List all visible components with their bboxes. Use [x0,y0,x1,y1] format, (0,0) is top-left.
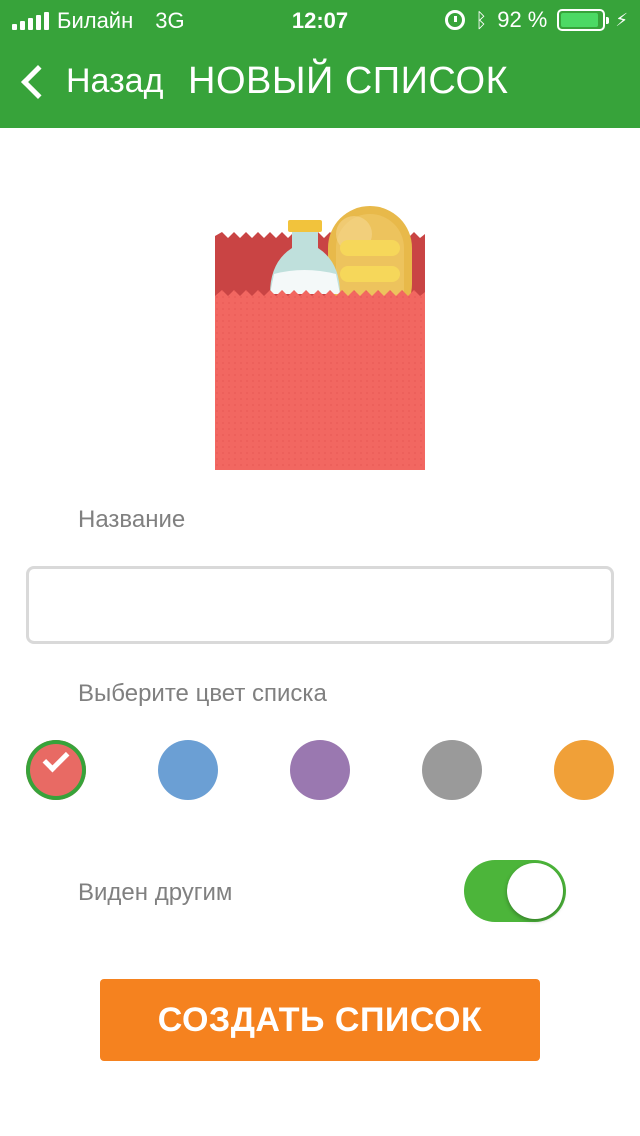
page-title: НОВЫЙ СПИСОК [188,60,509,102]
color-label: Выберите цвет списка [78,680,327,707]
chevron-left-icon [21,64,55,99]
alarm-icon [445,10,466,30]
back-label: Назад [66,62,164,100]
battery-percent: 92 % [497,7,548,32]
name-input[interactable] [26,566,614,644]
battery-icon [557,9,610,31]
color-swatch-orange[interactable] [554,740,614,800]
header: Билайн 3G 12:07 ᛒ 92 % ⚡ Назад НОВЫЙ СПИ… [0,0,640,128]
nav-bar: Назад НОВЫЙ СПИСОК [0,40,640,128]
toggle-knob [507,863,563,919]
visible-toggle[interactable] [464,860,566,922]
color-swatch-purple[interactable] [290,740,350,800]
battery-fill [561,13,599,27]
charging-icon: ⚡ [615,9,628,31]
color-swatch-blue[interactable] [158,740,218,800]
bluetooth-icon: ᛒ [475,8,488,32]
color-swatch-red[interactable] [26,740,86,800]
color-swatch-gray[interactable] [422,740,482,800]
back-button[interactable]: Назад [16,62,163,101]
status-right: ᛒ 92 % ⚡ [445,7,628,33]
name-label: Название [78,506,186,533]
status-bar: Билайн 3G 12:07 ᛒ 92 % ⚡ [0,0,640,40]
grocery-bag-icon [215,206,425,470]
create-list-button[interactable]: СОЗДАТЬ СПИСОК [100,979,540,1061]
check-icon [42,745,70,773]
visible-label: Виден другим [78,879,233,906]
